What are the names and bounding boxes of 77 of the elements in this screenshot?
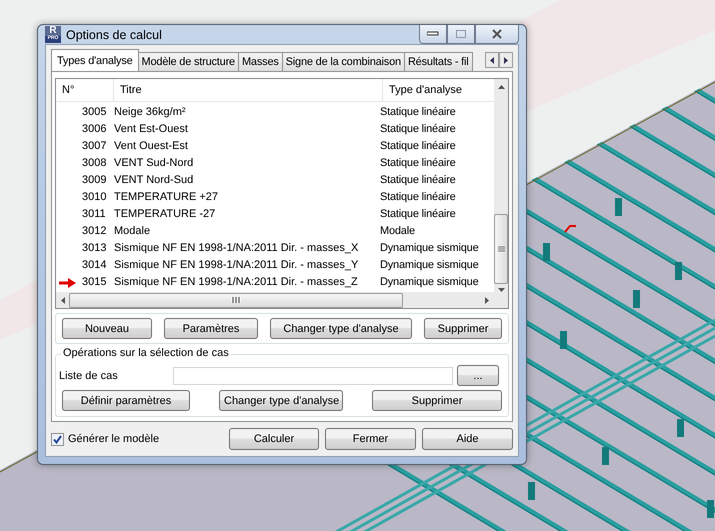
table-cell-text: TEMPERATURE +27 [114,190,220,202]
table-cell: 3014 [82,258,106,270]
table-cell-text: Statique linéaire [379,140,456,152]
tab[interactable]: Masses [238,52,283,71]
action-button[interactable]: Supprimer [424,318,502,339]
table-cell-text: Dynamique sismique [379,242,480,254]
table-cell: 3012 [82,224,106,236]
horizontal-scrollbar[interactable] [56,292,494,308]
group-title: Opérations sur la sélection de cas [61,347,231,359]
table-cell-text: Statique linéaire [379,190,456,202]
caret-right-icon [504,56,508,64]
table-cell-text: Modale [379,224,416,236]
table-cell-text: Dynamique sismique [379,258,480,270]
window-title: Options de calcul [66,28,163,42]
tab[interactable]: Signe de la combinaison [282,52,405,71]
table-cell-text: Statique linéaire [379,208,456,220]
tab[interactable]: Types d'analyse [51,49,139,71]
grip-icon [232,297,240,303]
dialog-button[interactable]: Calculer [229,428,319,450]
table-cell-text: Modale [114,224,152,236]
table-cell-text: Statique linéaire [379,122,456,134]
table-cell-text: Dynamique sismique [379,276,480,288]
maximize-icon [455,29,467,39]
table-cell-text: Vent Est-Ouest [114,122,189,134]
action-button[interactable]: Changer type d'analyse [270,318,412,339]
table-cell: 3013 [82,242,106,254]
action-button[interactable]: Définir paramètres [62,390,190,411]
caret-up-icon [498,85,504,89]
column-header[interactable]: Type d'analyse [383,79,494,101]
action-button[interactable]: Supprimer [372,390,502,411]
table-cell-text: Statique linéaire [379,106,456,118]
caret-left-icon [490,56,494,64]
field-label: Liste de cas [59,370,119,382]
caret-down-icon [498,288,504,292]
table-cell: 3006 [82,122,106,134]
action-button[interactable]: Nouveau [62,318,152,339]
action-button[interactable]: Paramètres [164,318,258,339]
close-icon [491,29,503,39]
table-cell: 3011 [82,208,106,220]
vertical-scrollbar[interactable] [494,79,508,308]
tab[interactable]: Résultats - fil [404,52,473,71]
table-cell-text: Neige 36kg/m² [114,106,187,118]
minimize-button[interactable] [419,25,447,44]
browse-button[interactable]: ... [457,365,499,386]
action-button[interactable]: Changer type d'analyse [219,390,343,411]
close-button[interactable] [475,25,519,44]
table-cell: 3015 [82,276,106,288]
checkbox[interactable] [51,432,64,446]
column-header[interactable]: Titre [114,79,383,101]
dialog-button[interactable]: Aide [422,428,513,450]
caret-left-icon [61,296,65,304]
maximize-button[interactable] [447,25,475,44]
table-cell-text: VENT Sud-Nord [114,156,194,168]
table-cell: 3010 [82,190,106,202]
dialog-button[interactable]: Fermer [325,428,416,450]
table-cell-text: Sismique NF EN 1998-1/NA:2011 Dir. - masses_Z [114,276,359,288]
table-cell-text: Sismique NF EN 1998-1/NA:2011 Dir. - masses_Y [114,258,360,270]
table-cell-text: Statique linéaire [379,174,456,186]
table-cell-text: Statique linéaire [379,156,456,168]
scroll-left-button[interactable] [485,52,499,68]
table-cell: 3008 [82,156,106,168]
checkbox-label: Générer le modèle [68,433,160,445]
table-cell: 3005 [82,106,106,118]
grip-icon [498,246,504,252]
scroll-right-button[interactable] [499,52,513,68]
checkmark-icon [53,434,62,444]
input-field[interactable] [173,366,453,384]
table-cell-text: VENT Nord-Sud [114,174,194,186]
table-cell-text: TEMPERATURE -27 [114,208,216,220]
caret-right-icon [485,296,489,304]
minimize-icon [427,31,439,37]
table-cell-text: Vent Ouest-Est [114,140,189,152]
table-cell: 3009 [82,174,106,186]
table-cell-text: Sismique NF EN 1998-1/NA:2011 Dir. - masses_X [114,242,360,254]
tab[interactable]: Modèle de structure [138,52,239,71]
table-cell: 3007 [82,140,106,152]
column-header[interactable]: N° [56,79,114,101]
